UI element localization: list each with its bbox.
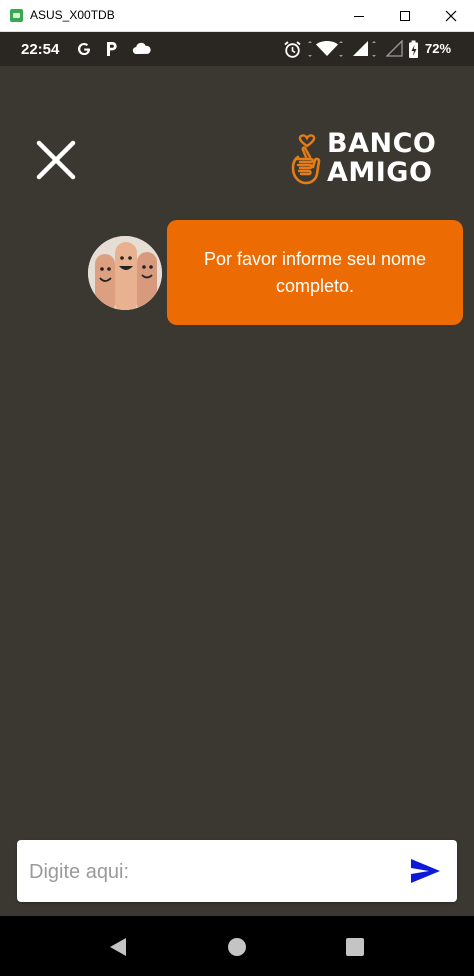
parking-icon bbox=[107, 42, 117, 56]
signal-icon bbox=[353, 41, 368, 56]
maximize-icon bbox=[400, 10, 410, 21]
logo-line-2: AMIGO bbox=[327, 157, 433, 188]
window-close-button[interactable] bbox=[428, 0, 474, 31]
status-time: 22:54 bbox=[21, 41, 60, 58]
status-bar: 22:54 72% bbox=[0, 32, 474, 66]
back-icon[interactable] bbox=[107, 936, 129, 958]
data-arrows-icon bbox=[308, 41, 312, 57]
battery-percent: 72% bbox=[425, 41, 452, 56]
cloud-icon bbox=[132, 42, 151, 55]
heart-hand-icon bbox=[291, 134, 321, 185]
close-icon bbox=[36, 140, 76, 180]
navigation-bar bbox=[0, 916, 474, 976]
send-icon bbox=[411, 859, 440, 883]
minimize-button[interactable] bbox=[336, 0, 382, 31]
window-title: ASUS_X00TDB bbox=[30, 8, 115, 22]
logo-line-1: BANCO bbox=[327, 128, 437, 159]
app-icon bbox=[10, 9, 23, 22]
data-arrows-icon bbox=[372, 41, 376, 57]
window-titlebar: ASUS_X00TDB bbox=[0, 0, 474, 32]
close-chat-button[interactable] bbox=[34, 138, 78, 182]
bot-message-text: Por favor informe seu nome completo. bbox=[203, 248, 427, 296]
send-button[interactable] bbox=[409, 856, 443, 886]
recents-icon[interactable] bbox=[344, 936, 366, 958]
data-arrows-icon bbox=[339, 41, 343, 57]
logo-wordmark: BANCO AMIGO bbox=[327, 129, 436, 187]
fingers-smiley-image bbox=[88, 236, 162, 310]
bot-avatar bbox=[88, 236, 162, 310]
minimize-icon bbox=[354, 15, 364, 17]
message-input[interactable] bbox=[27, 850, 401, 894]
bot-message-bubble: Por favor informe seu nome completo. bbox=[167, 220, 463, 325]
close-icon bbox=[445, 10, 457, 21]
home-icon[interactable] bbox=[226, 936, 248, 958]
signal-icon bbox=[386, 40, 403, 57]
message-composer bbox=[17, 840, 457, 902]
google-icon bbox=[78, 42, 90, 56]
logo: BANCO AMIGO bbox=[290, 126, 440, 190]
battery-icon bbox=[409, 40, 418, 58]
alarm-icon bbox=[284, 41, 301, 58]
wifi-icon bbox=[316, 41, 338, 56]
phone-screen: 22:54 72% BANCO AMIGO Por favor informe … bbox=[0, 32, 474, 976]
maximize-button[interactable] bbox=[382, 0, 428, 31]
